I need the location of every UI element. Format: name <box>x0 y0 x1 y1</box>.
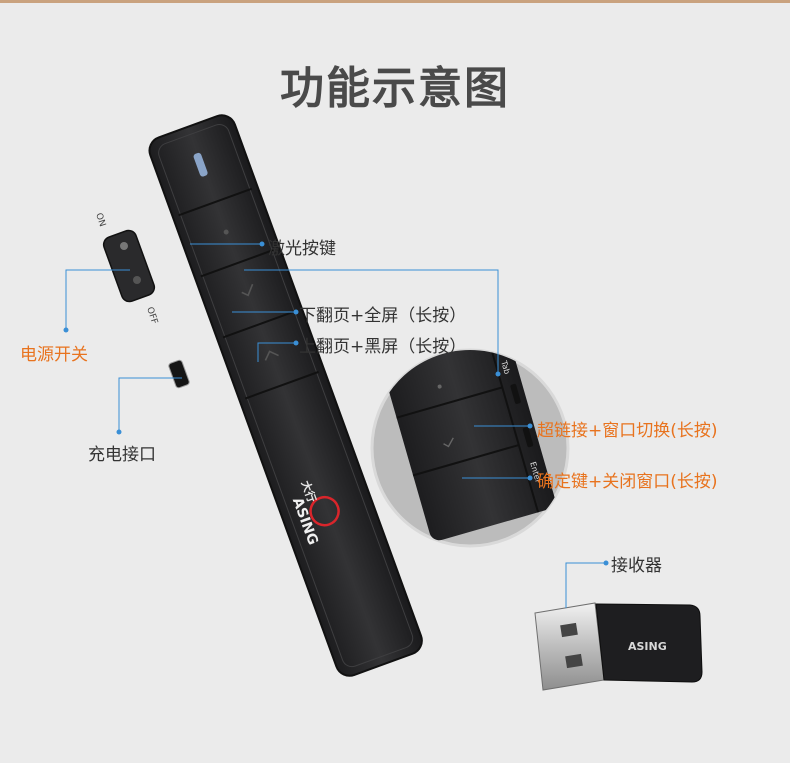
switch-on-text: ON <box>93 212 107 228</box>
presenter-device: 大行 ASING <box>148 114 423 677</box>
charging-port <box>168 359 190 389</box>
label-laser-key: 激光按键 <box>268 239 336 259</box>
label-receiver: 接收器 <box>611 556 662 576</box>
label-hyperlink: 超链接+窗口切换(长按) <box>537 421 718 441</box>
label-page-down: 下翻页+全屏（长按） <box>299 306 467 326</box>
product-illustration: 大行 ASING ON OFF Tab Enter ASING <box>63 114 703 691</box>
power-switch: ON OFF <box>93 212 159 326</box>
label-page-up: 上翻页+黑屏（长按） <box>299 337 467 357</box>
label-power-switch: 电源开关 <box>20 345 88 365</box>
leader-receiver <box>565 562 606 608</box>
label-confirm: 确定键+关闭窗口(长按) <box>537 472 718 492</box>
label-charge-port: 充电接口 <box>88 445 156 465</box>
receiver-logo-text: ASING <box>628 640 667 653</box>
usb-receiver: ASING <box>534 602 703 691</box>
presenter-body <box>148 114 423 677</box>
leader-charge-port <box>118 377 182 432</box>
switch-off-text: OFF <box>144 306 159 326</box>
